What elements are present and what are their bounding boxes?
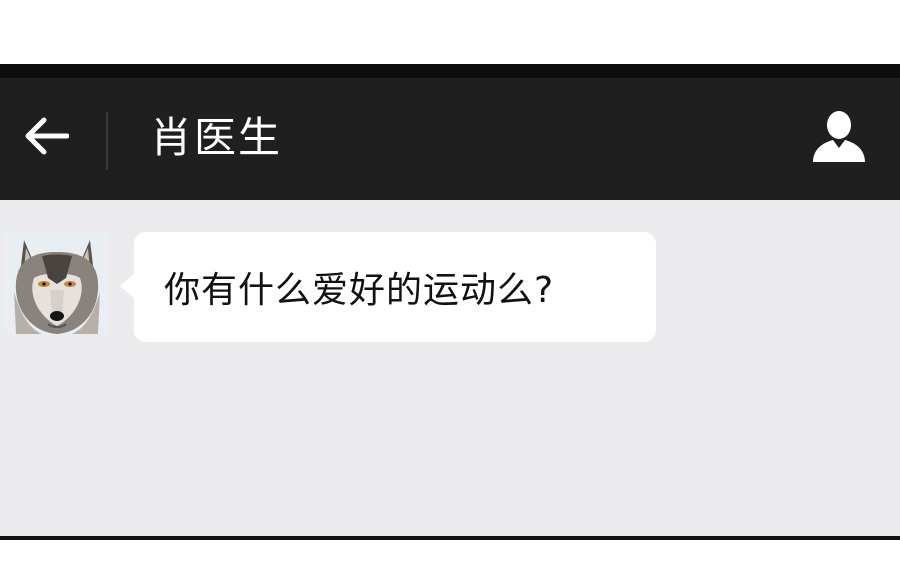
top-strip xyxy=(0,64,900,78)
bottom-area xyxy=(0,540,900,562)
message-bubble[interactable]: 你有什么爱好的运动么? xyxy=(120,232,656,342)
chat-area[interactable]: 你有什么爱好的运动么? xyxy=(0,200,900,536)
contact-profile-button[interactable] xyxy=(804,110,874,168)
chat-header: 肖医生 xyxy=(0,78,900,200)
back-button[interactable] xyxy=(18,114,74,162)
message-text: 你有什么爱好的运动么? xyxy=(164,270,555,311)
back-arrow-icon xyxy=(23,116,70,160)
header-divider xyxy=(106,112,108,170)
page-title: 肖医生 xyxy=(150,113,283,162)
person-icon xyxy=(811,110,867,168)
wolf-avatar[interactable] xyxy=(6,232,108,334)
status-area xyxy=(0,0,900,64)
